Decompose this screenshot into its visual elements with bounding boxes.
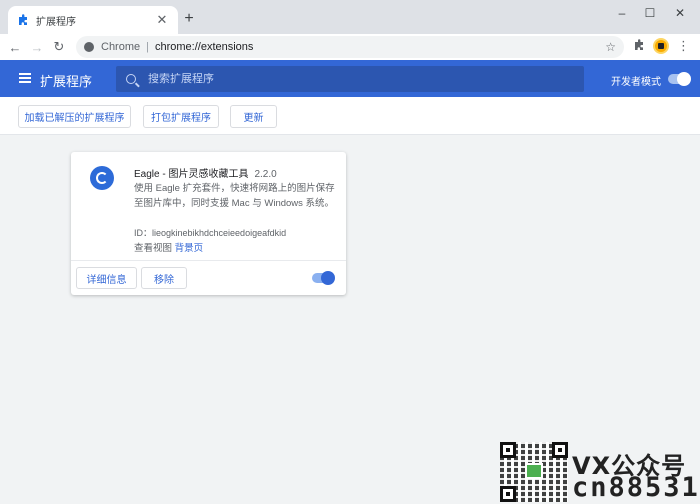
address-url: chrome://extensions <box>154 41 254 53</box>
extensions-toolbar: 加载已解压的扩展程序 打包扩展程序 更新 <box>0 97 700 135</box>
extension-enable-toggle[interactable] <box>312 271 335 285</box>
card-divider <box>71 260 346 261</box>
maximize-icon[interactable]: ☐ <box>640 6 660 20</box>
forward-icon[interactable]: → <box>26 40 48 55</box>
reload-icon[interactable]: ↻ <box>48 39 70 55</box>
search-box[interactable] <box>116 66 584 92</box>
chrome-page-icon <box>84 42 94 52</box>
inspect-views-label: 查看视图 <box>134 243 173 254</box>
address-bar[interactable]: Chrome | chrome://extensions ☆ <box>76 36 624 58</box>
qr-logo-icon <box>525 463 543 479</box>
back-icon[interactable]: ← <box>4 40 26 55</box>
new-tab-button[interactable]: + <box>181 11 197 27</box>
background-page-link[interactable]: 背景页 <box>175 243 204 254</box>
extension-card: Eagle - 图片灵感收藏工具 2.2.0 使用 Eagle 扩充套件，快速将网… <box>71 152 346 295</box>
extension-title: Eagle - 图片灵感收藏工具 <box>134 169 249 180</box>
address-separator: | <box>146 41 149 53</box>
dev-mode-toggle[interactable] <box>668 72 691 86</box>
lock-icon <box>658 43 664 49</box>
search-input[interactable] <box>148 73 568 85</box>
extension-version: 2.2.0 <box>254 169 277 180</box>
hamburger-menu-icon[interactable] <box>19 73 31 83</box>
address-host: Chrome <box>101 41 141 53</box>
minimize-icon[interactable]: – <box>612 6 632 20</box>
puzzle-icon <box>16 13 30 27</box>
load-unpacked-button[interactable]: 加载已解压的扩展程序 <box>18 105 131 128</box>
extension-description: 使用 Eagle 扩充套件，快速将网路上的图片保存至图片库中，同时支援 Mac … <box>134 183 335 209</box>
tab-close-icon[interactable]: ✕ <box>154 12 170 28</box>
bookmark-star-icon[interactable]: ☆ <box>605 40 616 54</box>
browser-toolbar: ← → ↻ Chrome | chrome://extensions ☆ <box>0 34 700 60</box>
extension-id: ID：lieogkinebikhdchceieedoigeafdkid <box>134 228 287 238</box>
browser-menu-icon[interactable]: ⋮ <box>677 38 690 54</box>
toggle-knob <box>321 271 335 285</box>
extensions-puzzle-icon[interactable] <box>632 39 646 54</box>
tab-strip: 扩展程序 ✕ + – ☐ ✕ <box>0 0 700 34</box>
tab-title: 扩展程序 <box>36 16 76 28</box>
toggle-knob <box>677 72 691 86</box>
profile-avatar-icon[interactable] <box>653 38 669 54</box>
tab-extensions[interactable]: 扩展程序 ✕ <box>8 6 178 34</box>
remove-button[interactable]: 移除 <box>141 267 187 289</box>
pack-extension-button[interactable]: 打包扩展程序 <box>143 105 219 128</box>
page-title: 扩展程序 <box>40 74 93 89</box>
update-button[interactable]: 更新 <box>230 105 277 128</box>
inspect-views: 查看视图 背景页 <box>134 240 203 254</box>
close-window-icon[interactable]: ✕ <box>670 6 690 20</box>
extension-name: Eagle - 图片灵感收藏工具 2.2.0 <box>134 165 277 180</box>
details-button[interactable]: 详细信息 <box>76 267 137 289</box>
eagle-logo-icon <box>90 166 114 190</box>
watermark-text-2: cn88531 <box>572 472 700 503</box>
dev-mode-label: 开发者模式 <box>611 77 661 88</box>
search-icon <box>126 74 136 84</box>
extensions-header: 扩展程序 开发者模式 <box>0 60 700 97</box>
